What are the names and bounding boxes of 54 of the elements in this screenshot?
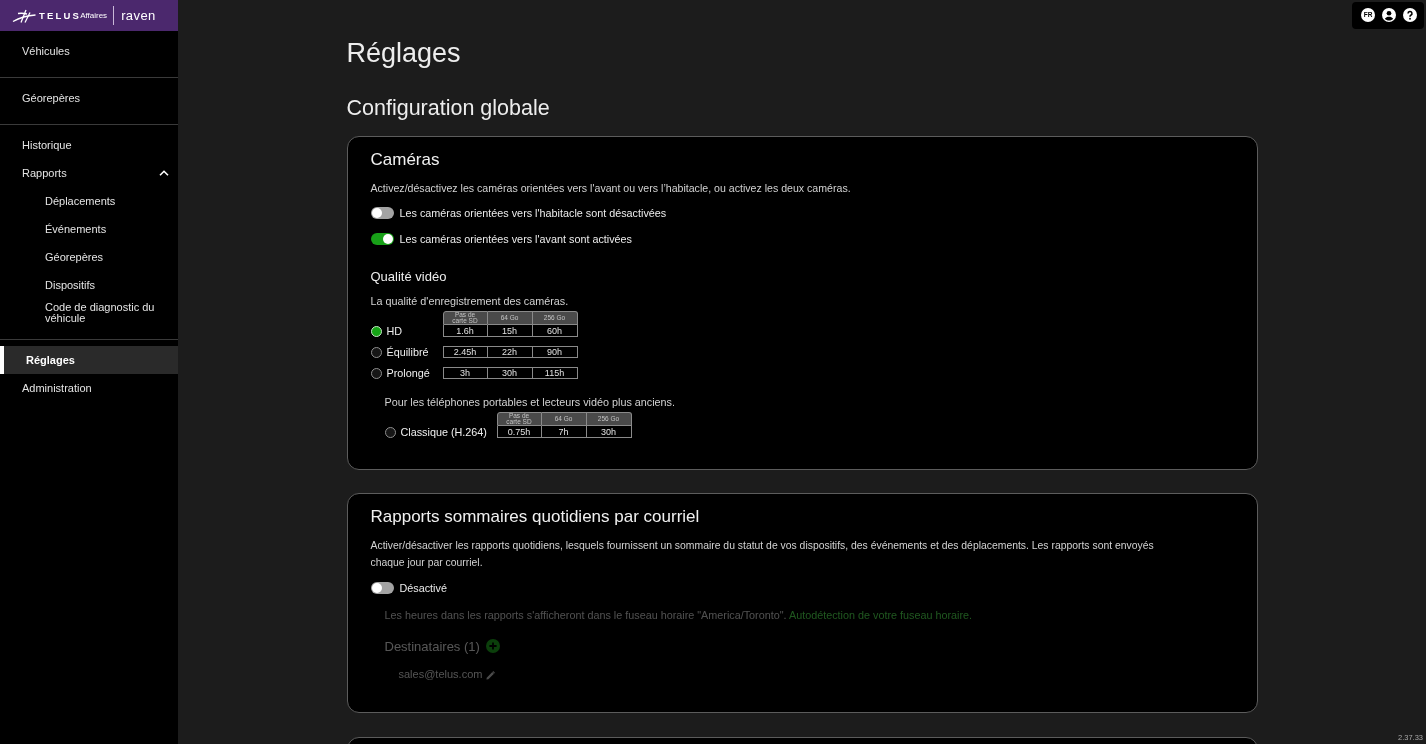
radio-label: Équilibré — [386, 346, 429, 358]
toggle-switch[interactable] — [370, 582, 394, 594]
sidebar-subitem[interactable]: Dispositifs — [0, 271, 178, 299]
sidebar-subitem[interactable]: Code de diagnostic du véhicule — [0, 299, 178, 327]
card-description: Activez/désactivez les caméras orientées vers l'avant ou vers l’habitacle, ou activez les deux caméras. — [370, 181, 852, 196]
table-cell: 7h — [541, 426, 587, 438]
toggle-label: Les caméras orientées vers l'habitacle sont désactivées — [399, 207, 667, 219]
table-cell: 22h — [487, 346, 533, 358]
sidebar-subitem[interactable]: Événements — [0, 215, 178, 243]
table-cell: 1.6h — [442, 325, 488, 337]
logo-subtitle: Affaires — [80, 11, 108, 20]
table-cell: 115h — [532, 367, 578, 379]
timezone-note: Les heures dans les rapports s'afficheront dans le fuseau horaire "America/Toronto". Autodétection de votre fuseau horaire. — [384, 608, 974, 622]
subsection-description: La qualité d'enregistrement des caméras. — [370, 294, 570, 309]
radio-button[interactable] — [370, 367, 382, 379]
table-cell: 30h — [487, 367, 533, 379]
help-icon[interactable] — [1403, 8, 1417, 22]
sidebar-item[interactable]: Rapports — [0, 159, 178, 187]
sidebar-item[interactable]: Historique — [0, 131, 178, 159]
table-cell: 3h — [442, 367, 488, 379]
sidebar-subitem[interactable]: Géorepères — [0, 243, 178, 271]
sidebar-item[interactable]: Réglages — [0, 346, 178, 374]
radio-label: Classique (H.264) — [400, 426, 487, 438]
radio-button[interactable] — [370, 346, 382, 358]
radio-label: Prolongé — [386, 367, 430, 379]
toggle-label: Désactivé — [399, 582, 447, 594]
account-icon[interactable] — [1382, 8, 1396, 22]
table-cell: 0.75h — [496, 426, 542, 438]
toggle-switch[interactable] — [370, 233, 394, 245]
section-title: Configuration globale — [346, 95, 551, 121]
table-cell: 15h — [487, 325, 533, 337]
table-cell: 30h — [586, 426, 632, 438]
card-description: Activer/désactiver les rapports quotidiens, lesquels fournissent un sommaire du statut de vos dispositifs, des événements et des déplacements. Les rapports sont envoyés chaque jour par courriel. — [370, 539, 1155, 570]
chevron-up-icon[interactable] — [159, 170, 169, 176]
recipients-heading: Destinataires (1) — [384, 638, 480, 654]
table-cell: 2.45h — [442, 346, 488, 358]
radio-button[interactable] — [384, 426, 396, 438]
recipient-email: sales@telus.com — [398, 668, 483, 680]
card-title: Rapports sommaires quotidiens par courriel — [370, 507, 701, 527]
toggle-switch[interactable] — [370, 207, 394, 219]
toggle-label: Les caméras orientées vers l'avant sont activées — [399, 233, 632, 245]
sidebar-subitem[interactable]: Déplacements — [0, 187, 178, 215]
subsection-title: Qualité vidéo — [370, 269, 448, 285]
sidebar-item[interactable]: Administration — [0, 374, 178, 402]
table-cell: 90h — [532, 346, 578, 358]
table-cell: 60h — [532, 325, 578, 337]
card-title: Caméras — [370, 150, 441, 170]
sidebar-item[interactable]: Véhicules — [0, 37, 178, 65]
product-name: raven — [121, 8, 156, 23]
logo-mark-icon — [12, 8, 36, 23]
legacy-note: Pour les téléphones portables et lecteurs vidéo plus anciens. — [384, 395, 676, 409]
page-title: Réglages — [346, 37, 462, 69]
radio-label: HD — [386, 325, 403, 337]
sidebar-item[interactable]: Géorepères — [0, 84, 178, 112]
